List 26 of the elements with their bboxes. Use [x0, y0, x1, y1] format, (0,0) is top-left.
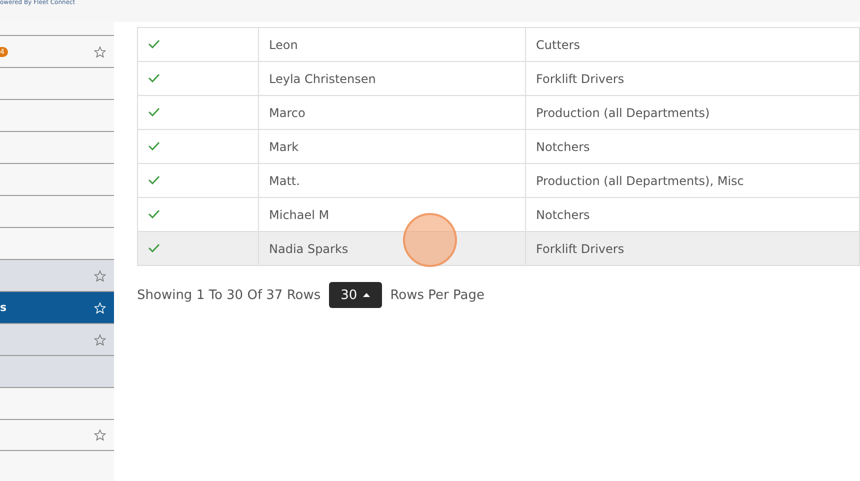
- table-cell: Marco: [258, 96, 526, 130]
- table-cell: Leyla Christensen: [258, 62, 526, 96]
- table-cell: Notchers: [526, 130, 860, 164]
- star-icon[interactable]: [94, 429, 106, 441]
- sidebar-item[interactable]: [0, 323, 114, 355]
- page-size-dropdown[interactable]: 30: [328, 282, 382, 308]
- table-cell: Cutters: [526, 28, 860, 62]
- star-icon[interactable]: [94, 270, 106, 282]
- sidebar-item[interactable]: [0, 355, 114, 387]
- table-cell: Matt.: [258, 164, 526, 198]
- table-cell: Mark: [258, 130, 526, 164]
- table-cell: Forklift Drivers: [526, 62, 860, 96]
- pagination-summary: Showing 1 To 30 Of 37 Rows: [137, 288, 321, 302]
- table-cell: Leon: [258, 28, 526, 62]
- star-icon[interactable]: [94, 46, 106, 58]
- caret-icon: [363, 293, 370, 297]
- rows-per-page-label: Rows Per Page: [390, 288, 484, 302]
- table-cell: Forklift Drivers: [526, 232, 860, 266]
- table-cell: Production (all Departments): [526, 96, 860, 130]
- star-icon[interactable]: [94, 334, 106, 346]
- sidebar-item[interactable]: [0, 419, 114, 451]
- table-cell: Nadia Sparks: [258, 232, 526, 266]
- table-cell: Production (all Departments), Misc: [526, 164, 860, 198]
- sidebar-item[interactable]: [0, 259, 114, 291]
- cursor-highlight: [403, 213, 457, 267]
- sidebar-item[interactable]: s: [0, 291, 114, 323]
